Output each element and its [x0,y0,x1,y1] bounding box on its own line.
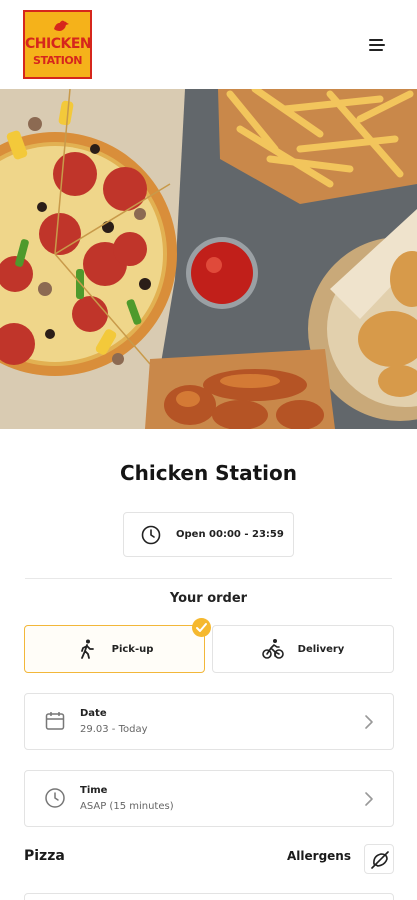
rooster-icon [54,20,69,31]
allergen-icon [371,851,389,869]
section-divider [25,578,392,579]
logo-text-station: STATION [33,54,82,67]
allergens-link[interactable]: Allergens [287,849,351,863]
menu-category-heading: Pizza [24,848,65,864]
date-value: 29.03 - Today [80,724,148,735]
menu-line-icon [369,44,385,46]
menu-line-icon [369,49,383,51]
restaurant-name: Chicken Station [119,461,297,485]
hero-food-image [0,89,417,429]
pickup-label: Pick-up [111,643,154,655]
app-header: CHICKEN STATION [0,0,417,89]
logo-text-chicken: CHICKEN [25,36,92,52]
selected-check-icon [192,618,211,637]
chevron-right-icon [365,715,373,729]
food-photo [0,89,417,429]
delivery-option-button[interactable]: Delivery [212,625,394,673]
your-order-heading: Your order [169,591,248,606]
opening-hours-text: Open 00:00 - 23:59 [176,529,284,540]
chicken-station-logo[interactable]: CHICKEN STATION [23,10,92,79]
time-value: ASAP (15 minutes) [80,801,174,812]
date-label: Date [80,708,107,719]
pickup-option-button[interactable]: Pick-up [24,625,205,673]
calendar-icon [45,712,65,730]
walking-person-icon [80,639,94,659]
menu-line-icon [369,39,383,41]
allergens-button[interactable] [364,844,394,874]
chevron-right-icon [365,792,373,806]
clock-icon [45,788,65,808]
menu-item-card[interactable] [24,893,394,900]
delivery-label: Delivery [297,643,345,655]
opening-hours-badge: Open 00:00 - 23:59 [123,512,294,557]
bicycle-rider-icon [261,639,284,659]
date-selector-row[interactable]: Date 29.03 - Today [24,693,394,750]
time-label: Time [80,785,108,796]
time-selector-row[interactable]: Time ASAP (15 minutes) [24,770,394,827]
hamburger-menu-button[interactable] [366,36,388,54]
clock-icon [141,525,161,544]
